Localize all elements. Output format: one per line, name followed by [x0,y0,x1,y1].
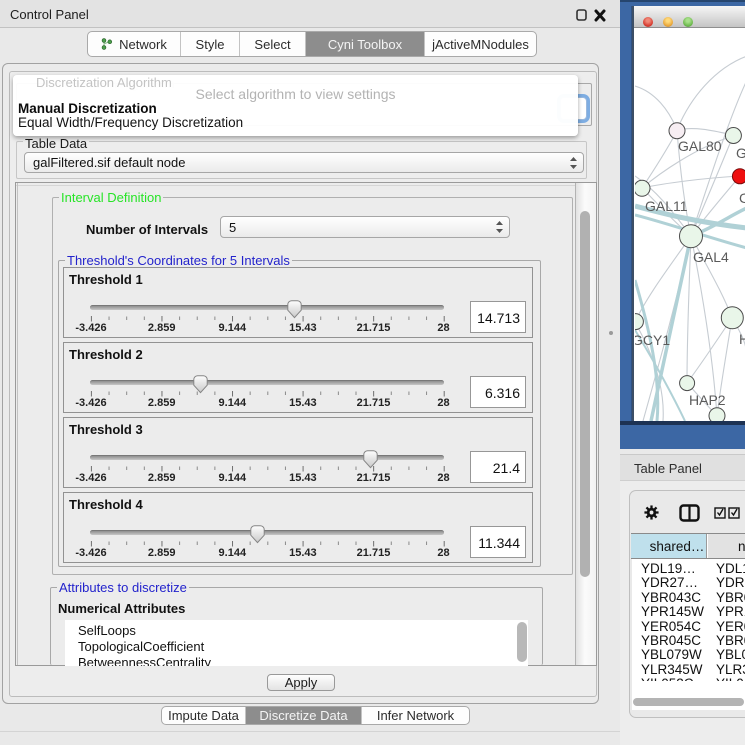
svg-text:HAP2: HAP2 [689,392,726,408]
svg-text:GAL4: GAL4 [693,249,729,265]
svg-text:GAL11: GAL11 [645,198,688,214]
svg-text:GCY1: GCY1 [635,332,670,348]
svg-text:H: H [739,331,745,347]
svg-text:C: C [739,190,745,206]
svg-text:G.: G. [736,145,745,161]
svg-text:GAL80: GAL80 [678,138,722,154]
